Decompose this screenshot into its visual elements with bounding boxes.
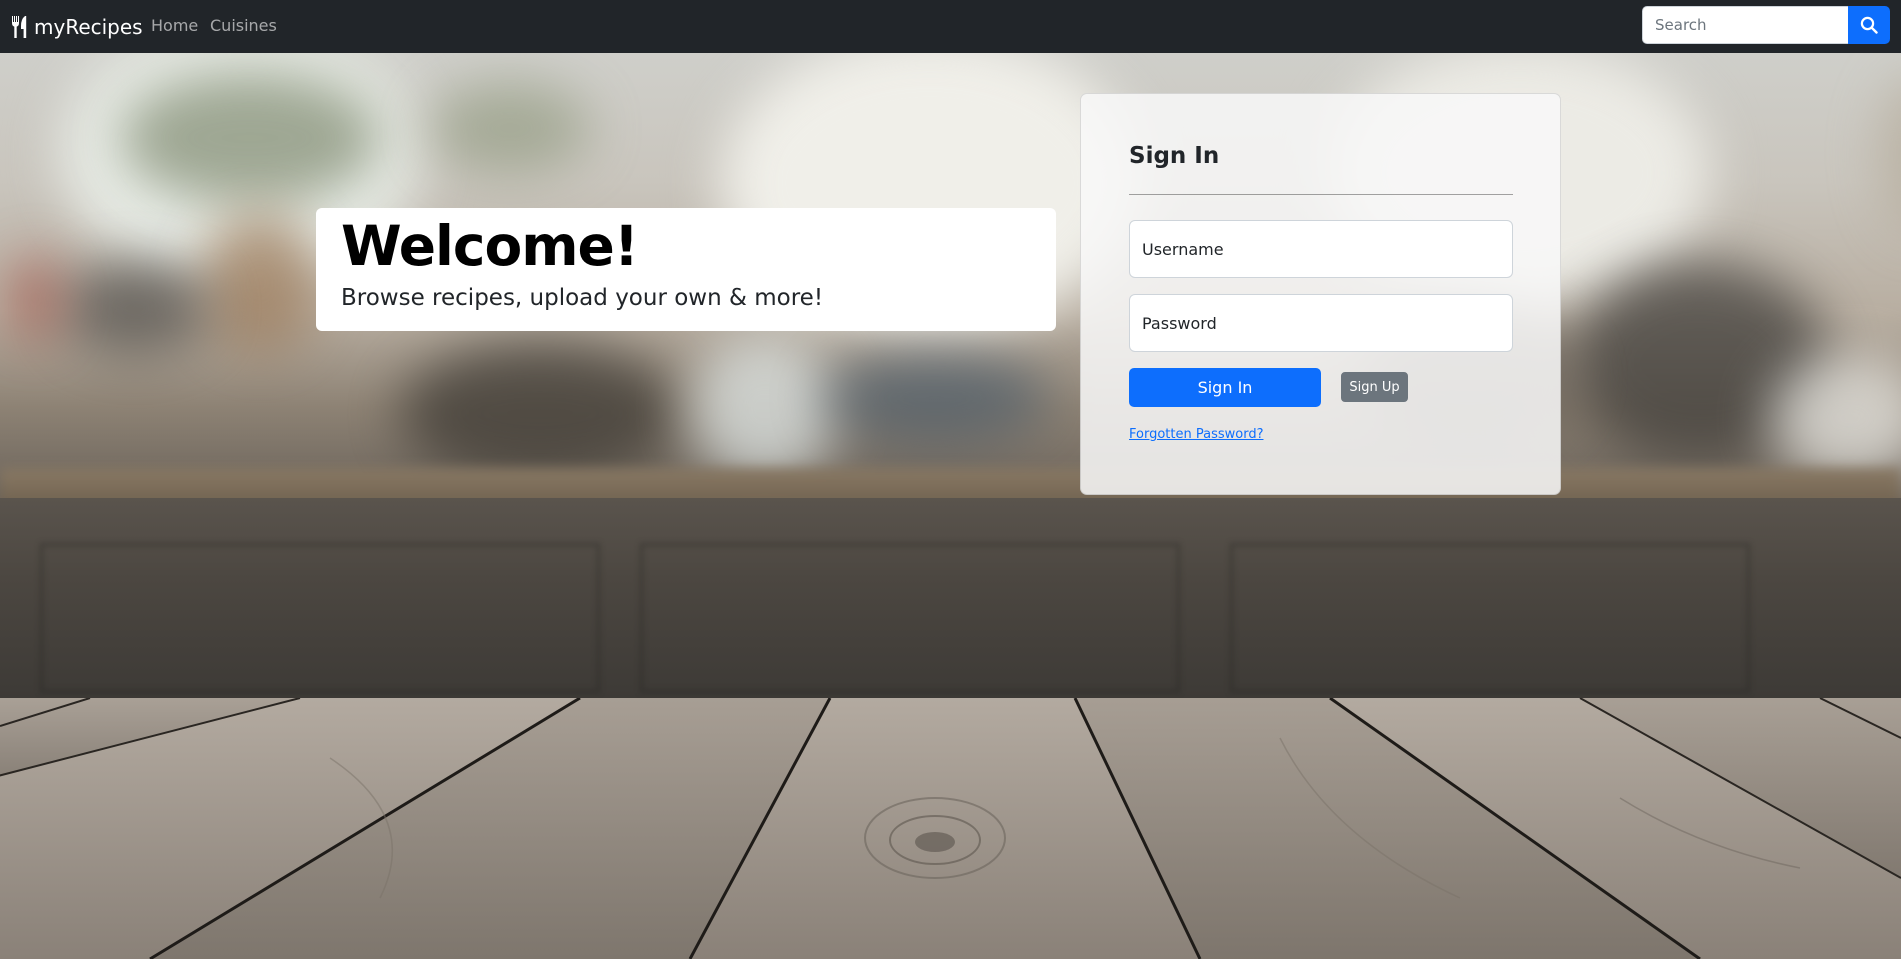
signin-title: Sign In <box>1129 143 1220 169</box>
wooden-table <box>0 698 1901 959</box>
signin-divider <box>1129 194 1513 195</box>
welcome-title: Welcome! <box>341 214 639 278</box>
nav-cuisines-link[interactable]: Cuisines <box>210 0 277 53</box>
nav-home-link[interactable]: Home <box>151 0 198 53</box>
search-icon <box>1860 16 1878 34</box>
search-input[interactable] <box>1642 6 1848 44</box>
brand-link[interactable]: myRecipes <box>10 0 143 53</box>
username-field[interactable] <box>1129 220 1513 278</box>
forgot-password-link[interactable]: Forgotten Password? <box>1129 427 1263 442</box>
utensils-icon <box>12 15 27 38</box>
background-image <box>0 53 1901 959</box>
welcome-banner: Welcome! Browse recipes, upload your own… <box>316 208 1056 331</box>
navbar: myRecipes Home Cuisines <box>0 0 1901 53</box>
kitchen-backdrop <box>0 53 1901 698</box>
search-button[interactable] <box>1848 6 1890 44</box>
signin-card: Sign In Sign In Sign Up Forgotten Passwo… <box>1080 93 1561 495</box>
search-form <box>1642 6 1890 44</box>
brand-name: myRecipes <box>34 14 143 39</box>
signin-button[interactable]: Sign In <box>1129 368 1321 407</box>
signup-button[interactable]: Sign Up <box>1341 372 1408 402</box>
welcome-subtitle: Browse recipes, upload your own & more! <box>341 285 824 311</box>
password-field[interactable] <box>1129 294 1513 352</box>
